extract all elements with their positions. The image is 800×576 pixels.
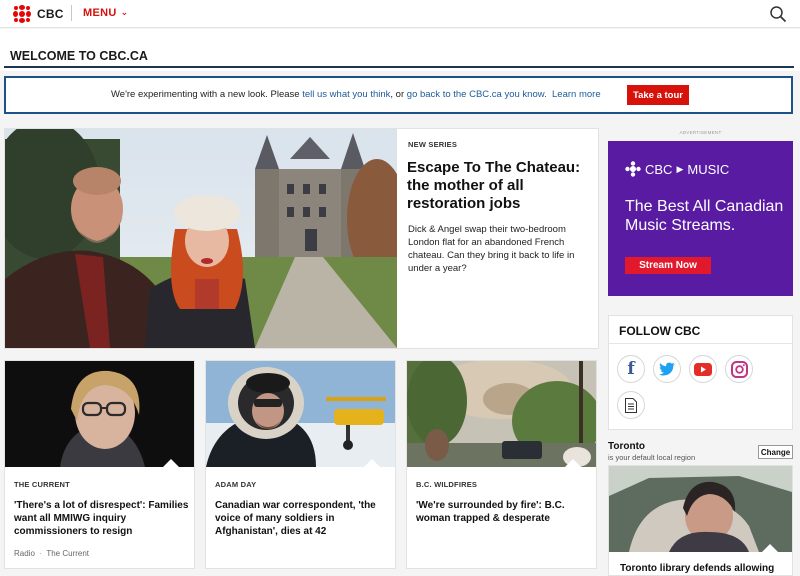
notice-text: We're experimenting with a new look. Ple… [111, 89, 601, 100]
hero-category: NEW SERIES [408, 140, 458, 149]
story-image [206, 361, 395, 467]
logo-divider [71, 5, 72, 21]
title-underline [4, 66, 794, 68]
take-a-tour-button[interactable]: Take a tour [627, 85, 689, 105]
story-headline[interactable]: 'We're surrounded by fire': B.C. woman t… [416, 499, 591, 525]
hero-headline[interactable]: Escape To The Chateau: the mother of all… [407, 159, 592, 213]
story-category: B.C. WILDFIRES [416, 480, 478, 489]
notice-text-part: We're experimenting with a new look. Ple… [111, 89, 303, 100]
logo-text: CBC [37, 7, 64, 21]
advertisement-label: ADVERTISEMENT [679, 130, 722, 135]
ad-brand-suffix: MUSIC [687, 161, 730, 177]
story-meta: Radio · The Current [14, 549, 90, 558]
newsletter-icon[interactable] [617, 391, 645, 419]
facebook-icon[interactable]: f [617, 355, 645, 383]
ad-brand-text: CBC [645, 161, 673, 177]
card-notch [761, 544, 779, 553]
story-category: THE CURRENT [14, 480, 70, 489]
story-image [5, 361, 194, 467]
menu-label: MENU [83, 7, 117, 19]
story-headline[interactable]: Canadian war correspondent, 'the voice o… [215, 499, 390, 538]
hero-image [5, 129, 397, 348]
new-look-notice: We're experimenting with a new look. Ple… [4, 76, 793, 114]
card-notch [363, 459, 381, 468]
play-icon: ▶ [676, 163, 684, 174]
page-title: WELCOME TO CBC.CA [10, 49, 148, 63]
cbc-music-ad[interactable]: CBC ▶ MUSIC The Best All Canadian Music … [608, 141, 793, 296]
twitter-icon[interactable] [653, 355, 681, 383]
notice-text-part: , or [390, 89, 407, 100]
ad-headline: The Best All Canadian Music Streams. [625, 198, 784, 234]
follow-cbc-panel: FOLLOW CBC f [608, 315, 793, 430]
card-notch [162, 459, 180, 468]
story-headline[interactable]: 'There's a lot of disrespect': Families … [14, 499, 189, 538]
menu-button[interactable]: MENU ⌄ [83, 6, 129, 20]
hero-description: Dick & Angel swap their two-bedroom Lond… [408, 224, 575, 274]
change-region-button[interactable]: Change [758, 445, 793, 459]
feedback-link[interactable]: tell us what you think [302, 89, 390, 100]
divider [609, 343, 792, 344]
hero-story[interactable]: NEW SERIES Escape To The Chateau: the mo… [4, 128, 599, 349]
cbc-gem-icon [625, 161, 641, 177]
program-label: The Current [46, 549, 90, 558]
story-category: ADAM DAY [215, 480, 257, 489]
media-type-label: Radio [14, 549, 35, 558]
learn-more-link[interactable]: Learn more [552, 89, 601, 100]
story-card[interactable]: ADAM DAY Canadian war correspondent, 'th… [205, 360, 396, 569]
story-card[interactable]: B.C. WILDFIRES 'We're surrounded by fire… [406, 360, 597, 569]
cbc-music-logo: CBC ▶ MUSIC [625, 161, 729, 177]
local-story-image [609, 466, 792, 552]
local-story-card[interactable]: Toronto library defends allowing [608, 465, 793, 576]
local-story-headline[interactable]: Toronto library defends allowing [620, 563, 774, 574]
story-image [407, 361, 596, 467]
local-region-subtitle: is your default local region [608, 453, 696, 462]
classic-site-link[interactable]: go back to the CBC.ca you know. [407, 89, 547, 100]
cbc-gem-icon [13, 5, 31, 23]
search-icon[interactable] [769, 5, 787, 23]
cbc-logo[interactable]: CBC [13, 5, 64, 23]
top-navigation-bar: CBC MENU ⌄ [0, 0, 800, 28]
card-notch [564, 459, 582, 468]
youtube-icon[interactable] [689, 355, 717, 383]
follow-title: FOLLOW CBC [619, 324, 701, 338]
local-region-name: Toronto [608, 441, 646, 452]
stream-now-button[interactable]: Stream Now [625, 257, 711, 274]
instagram-icon[interactable] [725, 355, 753, 383]
chevron-down-icon: ⌄ [120, 6, 129, 17]
story-card[interactable]: THE CURRENT 'There's a lot of disrespect… [4, 360, 195, 569]
